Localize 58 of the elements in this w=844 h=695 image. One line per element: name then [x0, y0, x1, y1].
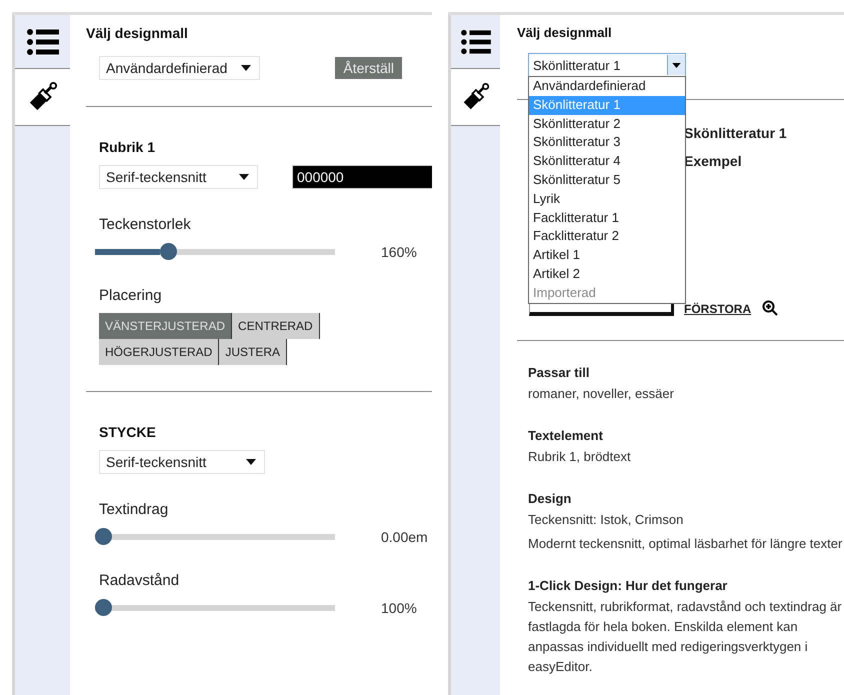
caret-icon	[672, 62, 681, 68]
paintbrush-icon	[28, 82, 58, 112]
slider-fill	[95, 248, 160, 254]
dropdown-option[interactable]: Artikel 1	[529, 246, 685, 265]
template-label: Välj designmall	[517, 25, 613, 40]
slider-value: 100%	[381, 600, 417, 616]
dropdown-option[interactable]: Skönlitteratur 3	[529, 133, 685, 152]
dropdown-option[interactable]: Skönlitteratur 5	[529, 170, 685, 190]
alignment-button[interactable]: JUSTERA	[219, 339, 288, 365]
caret-icon	[239, 174, 249, 180]
template-select[interactable]: Skönlitteratur 1	[528, 53, 686, 77]
alignment-button[interactable]: HÖGERJUSTERAD	[99, 339, 220, 365]
slider-thumb[interactable]	[160, 243, 177, 260]
dropdown-option[interactable]: Lyrik	[529, 190, 685, 209]
slider-label: Radavstånd	[99, 572, 180, 589]
slider-value: 160%	[381, 244, 417, 260]
section-title: STYCKE	[99, 424, 157, 440]
template-label: Välj designmall	[86, 25, 189, 41]
dropdown-option[interactable]: Skönlitteratur 4	[529, 152, 685, 171]
reset-button[interactable]: Återställ	[335, 57, 402, 79]
dropdown-option[interactable]: Användardefinierad	[529, 77, 685, 96]
list-icon	[460, 28, 490, 54]
caret-icon	[241, 65, 252, 71]
alignment-button[interactable]: VÄNSTERJUSTERAD	[99, 313, 232, 339]
slider-label: Textindrag	[99, 501, 170, 518]
dropdown-option[interactable]: Facklitteratur 2	[529, 227, 685, 246]
slider-thumb[interactable]	[95, 528, 112, 545]
alignment-label: Placering	[98, 287, 163, 304]
info-text: Teckensnitt, rubrikformat, radavstånd och textindrag är fastlagda för hela boken. Enskilda element kan anpassas individuellt med redigeringsverktygen i easyEditor.	[528, 598, 843, 676]
info-text: Teckensnitt: Istok, Crimson	[528, 511, 684, 529]
zoom-in-icon[interactable]	[762, 300, 778, 316]
template-select[interactable]: Användardefinierad	[99, 56, 260, 80]
font-select[interactable]: Serif-teckensnitt	[99, 165, 258, 189]
preview-title: Skönlitteratur 1	[684, 125, 787, 141]
list-icon	[26, 28, 58, 56]
info-heading: 1-Click Design: Hur det fungerar	[528, 578, 728, 593]
sidebar-tab[interactable]	[15, 69, 70, 126]
slider-label: Teckenstorlek	[99, 216, 192, 233]
info-text: Rubrik 1, brödtext	[528, 448, 632, 466]
info-text: romaner, noveller, essäer	[528, 385, 675, 403]
sidebar-tab[interactable]	[451, 69, 500, 126]
info-heading: Textelement	[528, 428, 604, 443]
preview-subtitle: Exempel	[684, 153, 743, 169]
info-heading: Passar till	[528, 365, 590, 380]
dropdown-option[interactable]: Skönlitteratur 2	[529, 114, 685, 134]
info-heading: Design	[528, 491, 572, 506]
section-title: Rubrik 1	[99, 139, 156, 155]
slider-thumb[interactable]	[95, 599, 112, 616]
enlarge-link[interactable]: FÖRSTORA	[684, 302, 787, 316]
slider-value: 0.00em	[381, 528, 428, 544]
info-text: Modernt teckensnitt, optimal läsbarhet för längre texter	[528, 535, 844, 553]
caret-icon	[246, 459, 256, 465]
dropdown-option[interactable]: Facklitteratur 1	[529, 208, 685, 228]
paintbrush-icon	[462, 83, 490, 111]
font-select[interactable]: Serif-teckensnitt	[99, 450, 265, 474]
dropdown-option[interactable]: Artikel 2	[529, 264, 685, 284]
alignment-button[interactable]: CENTRERAD	[232, 313, 320, 339]
color-field[interactable]: 000000	[292, 165, 432, 189]
